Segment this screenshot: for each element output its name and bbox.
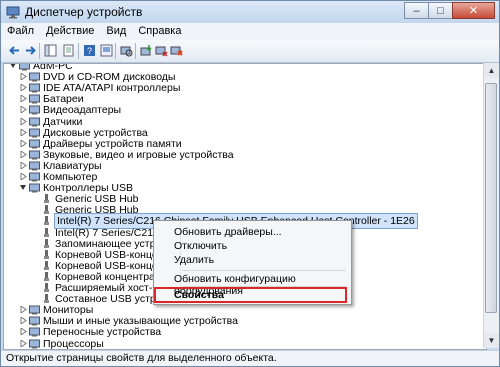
toolbar: ? [1, 40, 499, 63]
maximize-button[interactable]: □ [428, 2, 453, 19]
collapsed-arrow-icon[interactable] [20, 173, 27, 180]
memory-driver-icon [29, 139, 40, 149]
close-button[interactable]: ✕ [452, 2, 495, 19]
menu-file[interactable]: Файл [1, 23, 40, 40]
collapsed-arrow-icon[interactable] [20, 306, 27, 314]
collapsed-arrow-icon[interactable] [20, 117, 27, 125]
show-hide-console-tree-icon[interactable] [43, 43, 58, 58]
dvd-drive-icon [29, 72, 40, 82]
expanded-arrow-icon[interactable] [10, 63, 17, 69]
menu-view[interactable]: Вид [100, 23, 132, 40]
vertical-scrollbar[interactable]: ▲ ▼ [483, 63, 499, 348]
collapsed-arrow-icon[interactable] [20, 84, 27, 92]
ide-controller-icon [29, 83, 40, 93]
portable-device-icon [29, 327, 40, 337]
tree-item-label: Процессоры [43, 337, 104, 350]
usb-device-icon [44, 216, 49, 226]
mouse-icon [29, 316, 40, 326]
status-text: Открытие страницы свойств для выделенног… [6, 352, 277, 364]
usb-icon [29, 183, 40, 193]
device-tree: AdM-PC DVD и CD-ROM дисководы IDE ATA/ATAP… [3, 63, 487, 350]
title-bar: Диспетчер устройств – □ ✕ [1, 1, 499, 23]
forward-icon[interactable] [23, 43, 38, 58]
minimize-button[interactable]: – [404, 2, 429, 19]
scroll-down-arrow-icon[interactable]: ▼ [484, 333, 499, 348]
scan-hardware-icon[interactable] [119, 43, 134, 58]
window-controls: – □ ✕ [404, 2, 495, 20]
computer-icon [19, 64, 30, 71]
computer-icon [29, 172, 40, 182]
help-icon[interactable]: ? [82, 43, 97, 58]
properties-sheet-icon[interactable] [61, 43, 76, 58]
console-icon[interactable] [99, 43, 114, 58]
expanded-arrow-icon[interactable] [20, 184, 27, 191]
disk-drive-icon [29, 128, 40, 138]
collapsed-arrow-icon[interactable] [20, 317, 27, 325]
menu-bar: Файл Действие Вид Справка [1, 23, 499, 41]
update-driver-icon[interactable] [139, 43, 154, 58]
usb-device-icon [44, 227, 49, 237]
menu-item-uninstall[interactable]: Удалить [174, 254, 214, 266]
sensor-icon [29, 117, 40, 126]
usb-device-icon [44, 249, 49, 259]
toolbar-separator [115, 43, 116, 59]
collapsed-arrow-icon[interactable] [20, 161, 27, 169]
menu-separator [182, 270, 346, 271]
monitor-icon [29, 305, 40, 315]
disable-device-icon[interactable] [154, 43, 169, 58]
processor-icon [29, 339, 40, 348]
scrollbar-thumb[interactable] [485, 83, 497, 313]
menu-item-disable[interactable]: Отключить [174, 240, 227, 252]
collapsed-arrow-icon[interactable] [20, 150, 27, 158]
usb-device-icon [44, 283, 49, 292]
menu-help[interactable]: Справка [132, 23, 187, 40]
sound-icon [29, 150, 40, 160]
collapsed-arrow-icon[interactable] [20, 73, 27, 81]
keyboard-icon [29, 161, 40, 171]
properties-highlight-box [154, 287, 347, 303]
usb-device-icon [44, 260, 49, 270]
toolbar-separator [39, 43, 40, 59]
status-bar: Открытие страницы свойств для выделенног… [1, 350, 499, 366]
usb-device-icon [44, 238, 49, 248]
usb-device-icon [44, 194, 49, 204]
toolbar-separator [135, 43, 136, 59]
collapsed-arrow-icon[interactable] [20, 139, 27, 147]
toolbar-separator [78, 43, 79, 59]
usb-device-icon [44, 271, 49, 281]
collapsed-arrow-icon[interactable] [20, 328, 27, 336]
back-icon[interactable] [7, 43, 22, 58]
menu-item-update-drivers[interactable]: Обновить драйверы... [174, 226, 282, 238]
uninstall-device-icon[interactable] [169, 43, 184, 58]
window-title: Диспетчер устройств [25, 5, 143, 19]
menu-action[interactable]: Действие [40, 23, 100, 40]
usb-device-icon [44, 205, 49, 215]
collapsed-arrow-icon[interactable] [20, 106, 27, 114]
display-adapter-icon [29, 105, 40, 115]
collapsed-arrow-icon[interactable] [20, 339, 27, 347]
device-manager-window: Диспетчер устройств – □ ✕ Файл Действие … [0, 0, 500, 367]
device-manager-icon [6, 6, 20, 19]
collapsed-arrow-icon[interactable] [20, 128, 27, 136]
scroll-up-arrow-icon[interactable]: ▲ [484, 63, 499, 78]
battery-icon [29, 94, 40, 104]
svg-text:?: ? [87, 46, 92, 56]
collapsed-arrow-icon[interactable] [20, 95, 27, 103]
